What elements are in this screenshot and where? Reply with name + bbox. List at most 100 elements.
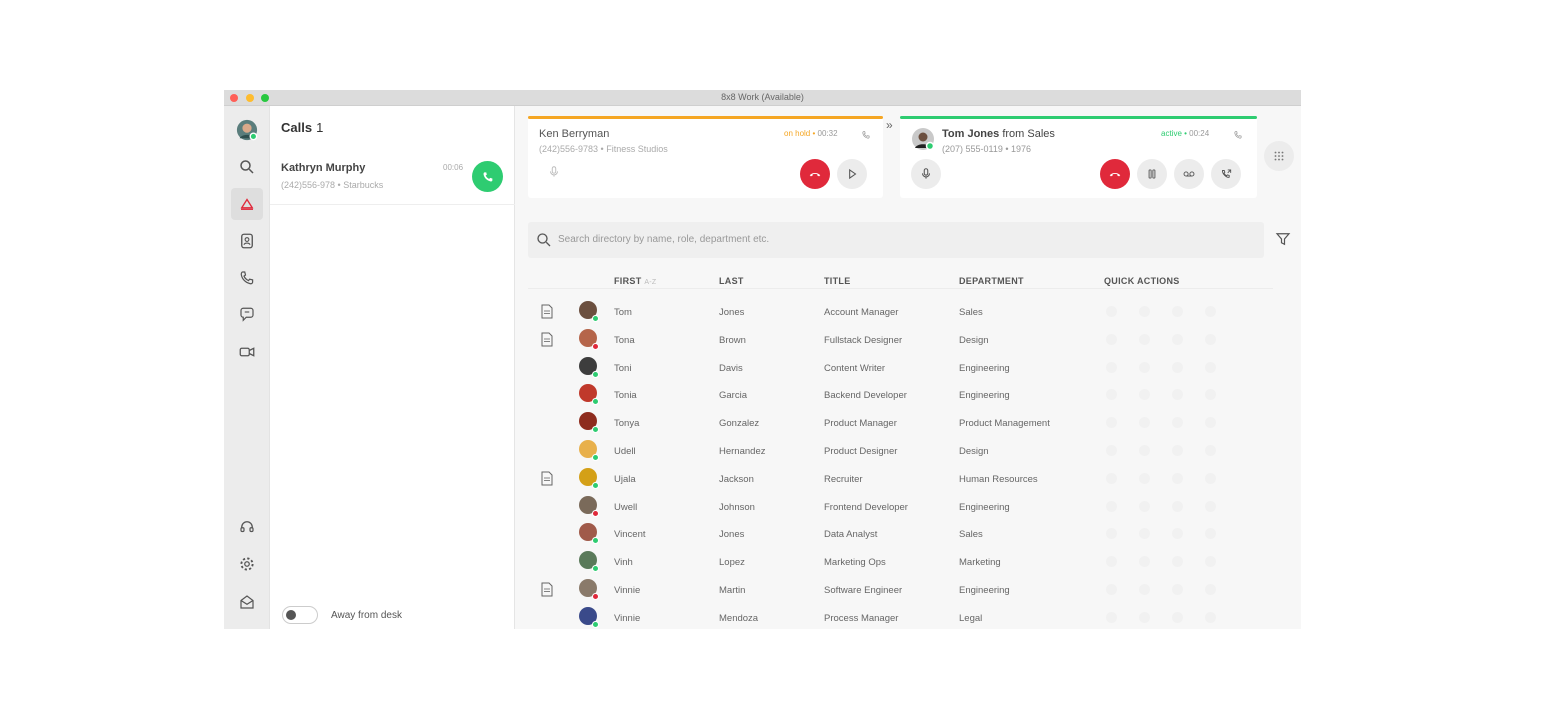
transfer-button[interactable] bbox=[1211, 159, 1241, 189]
call-action-icon[interactable] bbox=[1106, 472, 1117, 484]
bell-icon[interactable] bbox=[231, 188, 263, 220]
more-action-icon[interactable] bbox=[1205, 389, 1216, 401]
more-action-icon[interactable] bbox=[1205, 472, 1216, 484]
column-first[interactable]: FIRST A-Z bbox=[614, 276, 657, 286]
video-action-icon[interactable] bbox=[1172, 417, 1183, 429]
call-action-icon[interactable] bbox=[1106, 445, 1117, 456]
table-row[interactable]: Tonya Gonzalez Product Manager Product Mana… bbox=[528, 409, 1273, 437]
video-action-icon[interactable] bbox=[1172, 333, 1183, 345]
video-action-icon[interactable] bbox=[1172, 528, 1183, 540]
more-action-icon[interactable] bbox=[1205, 611, 1216, 623]
held-status: on hold • 00:32 bbox=[784, 129, 838, 138]
video-action-icon[interactable] bbox=[1172, 556, 1183, 568]
more-action-icon[interactable] bbox=[1205, 417, 1216, 429]
column-last[interactable]: LAST bbox=[719, 276, 744, 286]
call-action-icon[interactable] bbox=[1106, 528, 1117, 540]
note-icon[interactable] bbox=[541, 582, 553, 597]
video-action-icon[interactable] bbox=[1172, 389, 1183, 401]
table-row[interactable]: Toni Davis Content Writer Engineering bbox=[528, 354, 1273, 382]
call-action-icon[interactable] bbox=[1106, 306, 1117, 317]
call-action-icon[interactable] bbox=[1106, 417, 1117, 429]
call-action-icon[interactable] bbox=[1106, 584, 1117, 595]
chat-action-icon[interactable] bbox=[1139, 445, 1150, 456]
mute-button[interactable] bbox=[911, 159, 941, 189]
table-row[interactable]: Vincent Jones Data Analyst Sales bbox=[528, 520, 1273, 548]
call-action-icon[interactable] bbox=[1106, 333, 1117, 345]
call-action-icon[interactable] bbox=[1106, 389, 1117, 401]
answer-call-button[interactable] bbox=[472, 161, 503, 192]
chat-action-icon[interactable] bbox=[1139, 528, 1150, 540]
chat-action-icon[interactable] bbox=[1139, 389, 1150, 401]
video-action-icon[interactable] bbox=[1172, 584, 1183, 595]
resume-call-button[interactable] bbox=[837, 159, 867, 189]
note-icon[interactable] bbox=[541, 304, 553, 319]
table-row[interactable]: Tom Jones Account Manager Sales bbox=[528, 298, 1273, 326]
headset-icon[interactable] bbox=[231, 511, 263, 543]
active-call-card[interactable]: Tom Jones from Sales (207) 555-0119 • 19… bbox=[900, 116, 1257, 198]
directory-search[interactable]: Search directory by name, role, departme… bbox=[528, 222, 1264, 258]
table-row[interactable]: Vinnie Mendoza Process Manager Legal bbox=[528, 604, 1273, 629]
phone-icon[interactable] bbox=[231, 262, 263, 294]
chat-action-icon[interactable] bbox=[1139, 306, 1150, 317]
chat-action-icon[interactable] bbox=[1139, 584, 1150, 595]
end-held-call-button[interactable] bbox=[800, 159, 830, 189]
table-row[interactable]: Vinnie Martin Software Engineer Engineering bbox=[528, 576, 1273, 604]
chat-action-icon[interactable] bbox=[1139, 333, 1150, 345]
incoming-call-item[interactable]: Kathryn Murphy (242)556-978 • Starbucks … bbox=[270, 150, 515, 205]
active-status-text: active bbox=[1161, 129, 1182, 138]
column-department[interactable]: DEPARTMENT bbox=[959, 276, 1024, 286]
table-row[interactable]: Tonia Garcia Backend Developer Engineering bbox=[528, 381, 1273, 409]
voicemail-button[interactable] bbox=[1174, 159, 1204, 189]
call-action-icon[interactable] bbox=[1106, 361, 1117, 373]
video-action-icon[interactable] bbox=[1172, 500, 1183, 512]
more-action-icon[interactable] bbox=[1205, 445, 1216, 456]
mail-icon[interactable] bbox=[231, 586, 263, 618]
more-action-icon[interactable] bbox=[1205, 584, 1216, 595]
more-action-icon[interactable] bbox=[1205, 500, 1216, 512]
more-action-icon[interactable] bbox=[1205, 306, 1216, 317]
chat-action-icon[interactable] bbox=[1139, 611, 1150, 623]
video-action-icon[interactable] bbox=[1172, 472, 1183, 484]
gear-icon[interactable] bbox=[231, 548, 263, 580]
filter-icon[interactable] bbox=[1274, 230, 1292, 253]
call-action-icon[interactable] bbox=[1106, 611, 1117, 623]
chat-icon[interactable] bbox=[231, 299, 263, 331]
video-action-icon[interactable] bbox=[1172, 611, 1183, 623]
more-action-icon[interactable] bbox=[1205, 361, 1216, 373]
more-action-icon[interactable] bbox=[1205, 333, 1216, 345]
end-call-button[interactable] bbox=[1100, 159, 1130, 189]
chat-action-icon[interactable] bbox=[1139, 472, 1150, 484]
video-action-icon[interactable] bbox=[1172, 361, 1183, 373]
column-title[interactable]: TITLE bbox=[824, 276, 851, 286]
last-name: Jones bbox=[719, 307, 745, 318]
expand-icon[interactable]: » bbox=[886, 118, 893, 132]
note-icon[interactable] bbox=[541, 332, 553, 347]
note-icon[interactable] bbox=[541, 471, 553, 486]
video-action-icon[interactable] bbox=[1172, 306, 1183, 317]
table-row[interactable]: Tona Brown Fullstack Designer Design bbox=[528, 326, 1273, 354]
user-avatar[interactable] bbox=[231, 114, 263, 146]
call-action-icon[interactable] bbox=[1106, 556, 1117, 568]
hold-status-bar bbox=[528, 116, 883, 119]
chat-action-icon[interactable] bbox=[1139, 361, 1150, 373]
contacts-icon[interactable] bbox=[231, 225, 263, 257]
away-toggle[interactable] bbox=[282, 606, 318, 624]
held-call-card[interactable]: Ken Berryman (242)556-9783 • Fitness Stu… bbox=[528, 116, 883, 198]
call-action-icon[interactable] bbox=[1106, 500, 1117, 512]
search-icon[interactable] bbox=[231, 151, 263, 183]
chat-action-icon[interactable] bbox=[1139, 556, 1150, 568]
table-row[interactable]: Udell Hernandez Product Designer Design bbox=[528, 437, 1273, 465]
table-row[interactable]: Ujala Jackson Recruiter Human Resources bbox=[528, 465, 1273, 493]
chat-action-icon[interactable] bbox=[1139, 417, 1150, 429]
chat-action-icon[interactable] bbox=[1139, 500, 1150, 512]
dialpad-button[interactable] bbox=[1264, 141, 1294, 171]
hold-button[interactable] bbox=[1137, 159, 1167, 189]
more-action-icon[interactable] bbox=[1205, 556, 1216, 568]
more-action-icon[interactable] bbox=[1205, 528, 1216, 540]
video-action-icon[interactable] bbox=[1172, 445, 1183, 456]
video-icon[interactable] bbox=[231, 336, 263, 368]
mic-icon[interactable] bbox=[547, 165, 561, 184]
presence-indicator bbox=[592, 454, 599, 461]
table-row[interactable]: Uwell Johnson Frontend Developer Engineerin… bbox=[528, 493, 1273, 521]
table-row[interactable]: Vinh Lopez Marketing Ops Marketing bbox=[528, 548, 1273, 576]
